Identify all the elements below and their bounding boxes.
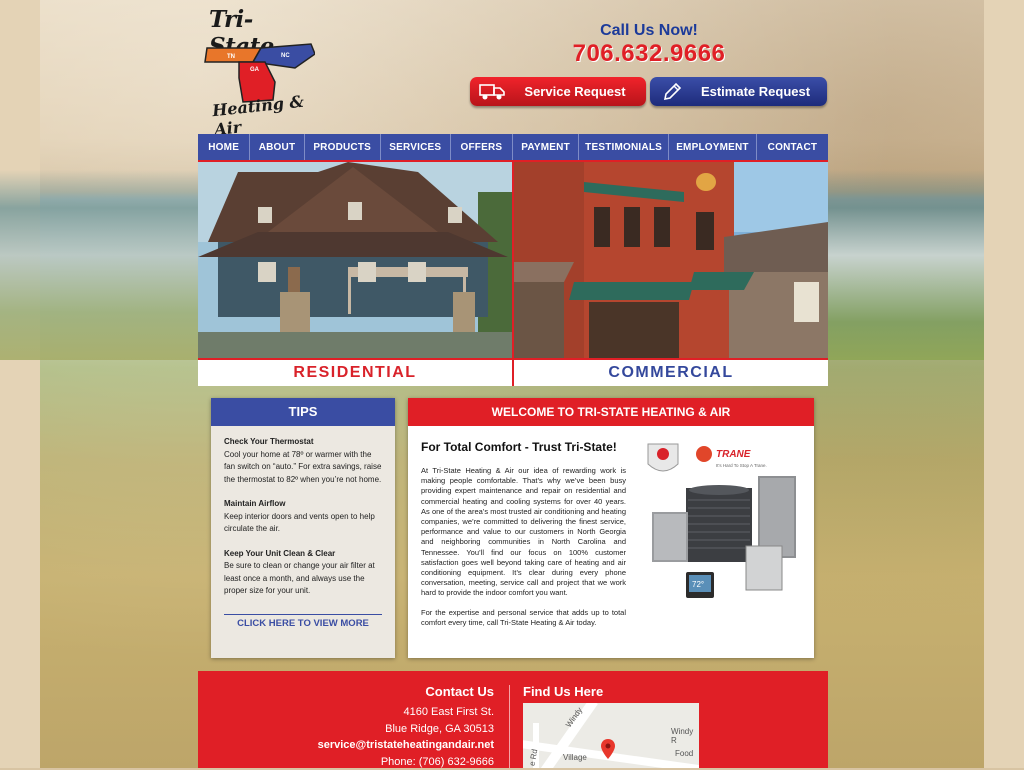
trane-products-image: TRANE It's Hard To Stop A Trane. 72° bbox=[640, 438, 806, 608]
nc-label: NC bbox=[281, 53, 290, 59]
trane-logo: TRANE bbox=[716, 449, 751, 460]
truck-icon bbox=[470, 77, 514, 106]
call-us-block: Call Us Now! 706.632.9666 bbox=[571, 22, 727, 68]
contact-block: Contact Us 4160 East First St. Blue Ridg… bbox=[318, 684, 494, 770]
estimate-request-label: Estimate Request bbox=[694, 84, 827, 99]
nav-contact[interactable]: CONTACT bbox=[757, 134, 828, 160]
location-map[interactable]: Windy Windy R Food Village e Rd bbox=[523, 703, 699, 768]
service-request-button[interactable]: Service Request bbox=[470, 77, 646, 106]
footer-divider bbox=[509, 685, 510, 768]
nav-testimonials[interactable]: TESTIMONIALS bbox=[579, 134, 669, 160]
address-line-1: 4160 East First St. bbox=[318, 704, 494, 721]
map-label: Windy R bbox=[671, 727, 699, 745]
tip-text: Be sure to clean or change your air filt… bbox=[224, 560, 382, 598]
nav-about[interactable]: ABOUT bbox=[250, 134, 304, 160]
view-more-tips-link[interactable]: CLICK HERE TO VIEW MORE bbox=[224, 614, 382, 629]
tip-text: Cool your home at 78º or warmer with the… bbox=[224, 449, 382, 487]
find-us-title: Find Us Here bbox=[523, 684, 603, 699]
tip-heading: Check Your Thermostat bbox=[224, 436, 382, 449]
nav-home[interactable]: HOME bbox=[198, 134, 250, 160]
tn-label: TN bbox=[227, 54, 235, 60]
commercial-building-image bbox=[514, 162, 828, 360]
welcome-title: WELCOME TO TRI-STATE HEATING & AIR bbox=[408, 398, 814, 426]
residential-panel[interactable]: RESIDENTIAL bbox=[198, 162, 512, 386]
tips-title: TIPS bbox=[211, 398, 395, 426]
contact-title: Contact Us bbox=[318, 684, 494, 699]
service-request-label: Service Request bbox=[514, 84, 646, 99]
parchment-edge-right bbox=[984, 0, 1024, 768]
thermostat-readout: 72° bbox=[692, 580, 704, 589]
estimate-request-button[interactable]: Estimate Request bbox=[650, 77, 827, 106]
hero-banner: RESIDENTIAL bbox=[198, 162, 828, 386]
commercial-panel[interactable]: COMMERCIAL bbox=[514, 162, 828, 386]
map-pin-icon bbox=[601, 739, 615, 759]
address-line-2: Blue Ridge, GA 30513 bbox=[318, 721, 494, 738]
landscape-left bbox=[0, 170, 200, 360]
tips-panel: TIPS Check Your Thermostat Cool your hom… bbox=[211, 398, 395, 658]
welcome-subtitle: For Total Comfort - Trust Tri-State! bbox=[421, 440, 617, 454]
parchment-edge-left bbox=[0, 0, 40, 768]
site-footer: Contact Us 4160 East First St. Blue Ridg… bbox=[198, 671, 828, 768]
phone-number[interactable]: 706.632.9666 bbox=[571, 40, 727, 68]
nav-services[interactable]: SERVICES bbox=[381, 134, 451, 160]
welcome-text: At Tri-State Heating & Air our idea of r… bbox=[421, 466, 626, 637]
main-nav: HOME ABOUT PRODUCTS SERVICES OFFERS PAYM… bbox=[198, 134, 828, 162]
commercial-label[interactable]: COMMERCIAL bbox=[514, 358, 828, 386]
tip-heading: Maintain Airflow bbox=[224, 498, 382, 511]
residential-label[interactable]: RESIDENTIAL bbox=[198, 358, 512, 386]
nav-employment[interactable]: EMPLOYMENT bbox=[669, 134, 757, 160]
residential-house-image bbox=[198, 162, 512, 360]
pencil-icon bbox=[650, 77, 694, 106]
map-label: Food bbox=[675, 749, 693, 758]
tip-text: Keep interior doors and vents open to he… bbox=[224, 511, 382, 536]
email-link[interactable]: service@tristateheatingandair.net bbox=[318, 737, 494, 754]
welcome-paragraph: For the expertise and personal service t… bbox=[421, 608, 626, 628]
map-label: Village bbox=[563, 753, 587, 762]
nav-products[interactable]: PRODUCTS bbox=[305, 134, 381, 160]
site-logo[interactable]: Tri-State TN NC GA Heating & Air bbox=[203, 4, 313, 129]
tips-body: Check Your Thermostat Cool your home at … bbox=[211, 426, 395, 598]
welcome-panel: WELCOME TO TRI-STATE HEATING & AIR For T… bbox=[408, 398, 814, 658]
nav-payment[interactable]: PAYMENT bbox=[513, 134, 579, 160]
nav-offers[interactable]: OFFERS bbox=[451, 134, 513, 160]
call-label: Call Us Now! bbox=[571, 22, 727, 40]
tip-heading: Keep Your Unit Clean & Clear bbox=[224, 548, 382, 561]
trane-tagline: It's Hard To Stop A Trane. bbox=[716, 463, 767, 468]
ga-label: GA bbox=[250, 67, 260, 73]
welcome-paragraph: At Tri-State Heating & Air our idea of r… bbox=[421, 466, 626, 599]
